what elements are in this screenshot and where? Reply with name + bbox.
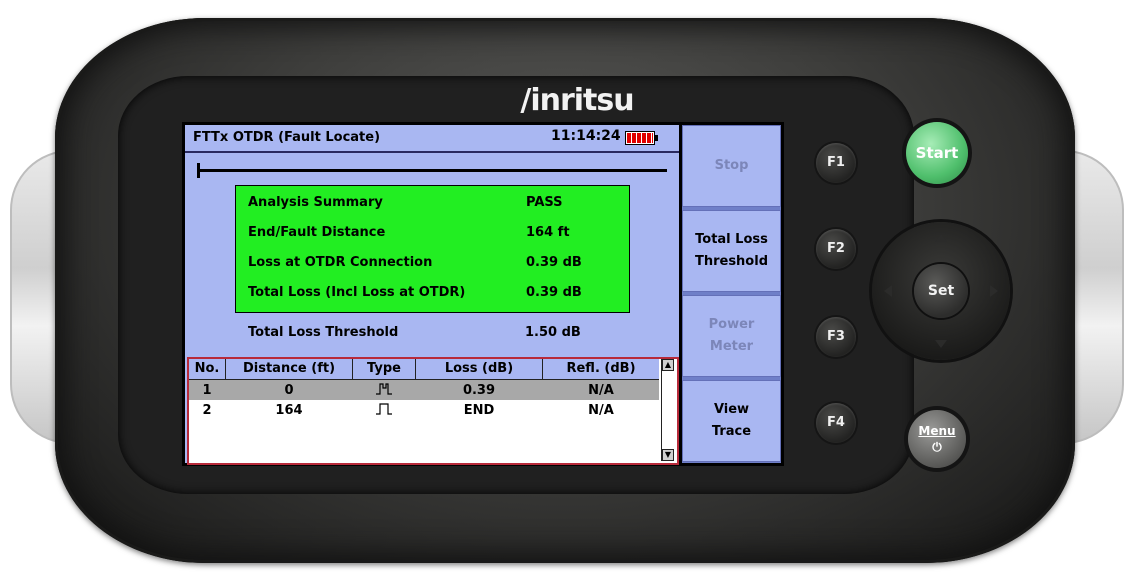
- menu-power-button[interactable]: Menu ⏻: [908, 410, 966, 468]
- total-loss-threshold-label: Total Loss Threshold: [248, 325, 399, 340]
- total-loss-threshold-value: 1.50 dB: [525, 325, 581, 340]
- total-loss-value: 0.39 dB: [526, 285, 582, 300]
- event-refl: N/A: [588, 383, 614, 398]
- power-icon: ⏻: [932, 440, 942, 454]
- softkey-label: View: [713, 402, 750, 417]
- end-fault-distance-value: 164 ft: [526, 225, 570, 240]
- event-refl: N/A: [588, 403, 614, 418]
- reflective-event-icon: [376, 383, 392, 395]
- title-bar: FTTx OTDR (Fault Locate) 11:14:24: [185, 125, 679, 153]
- end-event-icon: [376, 403, 392, 415]
- softkey-label: Meter: [709, 339, 754, 354]
- event-no: 2: [202, 403, 212, 418]
- col-distance: Distance (ft): [242, 361, 336, 376]
- analysis-summary-label: Analysis Summary: [248, 195, 383, 210]
- col-no: No.: [194, 361, 220, 376]
- col-type: Type: [367, 361, 401, 376]
- softkey-label: Stop: [714, 158, 749, 173]
- event-distance: 0: [284, 383, 294, 398]
- softkey-label: Trace: [711, 424, 752, 439]
- softkey-view-trace[interactable]: View Trace: [682, 380, 781, 462]
- softkey-label: Power: [708, 317, 755, 332]
- analysis-summary-value: PASS: [526, 195, 563, 210]
- battery-icon: [625, 131, 658, 145]
- menu-label: Menu: [918, 424, 956, 438]
- battery-level: [627, 133, 653, 143]
- softkey-power-meter[interactable]: Power Meter: [682, 295, 781, 377]
- event-row-1[interactable]: 1 0 0.39 N/A: [189, 380, 659, 400]
- event-loss: 0.39: [462, 383, 496, 398]
- softkey-label: Threshold: [694, 254, 769, 269]
- loss-at-otdr-value: 0.39 dB: [526, 255, 582, 270]
- col-loss: Loss (dB): [444, 361, 514, 376]
- f3-button[interactable]: F3: [816, 317, 856, 357]
- event-table-scrollbar[interactable]: ▲ ▼: [661, 359, 674, 461]
- set-button[interactable]: Set: [914, 264, 968, 318]
- analysis-summary-box: Analysis Summary PASS End/Fault Distance…: [235, 185, 630, 313]
- softkey-stop[interactable]: Stop: [682, 125, 781, 207]
- loss-at-otdr-label: Loss at OTDR Connection: [248, 255, 433, 270]
- f1-button[interactable]: F1: [816, 143, 856, 183]
- event-table-header: No. Distance (ft) Type Loss (dB) Refl. (…: [189, 359, 659, 380]
- scroll-down-arrow-icon[interactable]: ▼: [662, 449, 674, 461]
- f4-button[interactable]: F4: [816, 403, 856, 443]
- clock: 11:14:24: [551, 128, 621, 144]
- screen-title: FTTx OTDR (Fault Locate): [193, 130, 381, 145]
- start-button[interactable]: Start: [906, 122, 968, 184]
- lcd-screen: FTTx OTDR (Fault Locate) 11:14:24 Analys…: [182, 122, 784, 466]
- brand-logo: /inritsu: [520, 83, 634, 118]
- end-fault-distance-label: End/Fault Distance: [248, 225, 386, 240]
- lcd-display: FTTx OTDR (Fault Locate) 11:14:24 Analys…: [185, 125, 679, 465]
- event-loss: END: [463, 403, 495, 418]
- softkey-total-loss-threshold[interactable]: Total Loss Threshold: [682, 210, 781, 292]
- battery-terminal: [655, 135, 658, 141]
- softkey-panel: Stop Total Loss Threshold Power Meter Vi…: [682, 125, 781, 463]
- event-no: 1: [202, 383, 212, 398]
- fiber-trace-line: [197, 169, 667, 172]
- f2-button[interactable]: F2: [816, 229, 856, 269]
- total-loss-label: Total Loss (Incl Loss at OTDR): [248, 285, 466, 300]
- col-refl: Refl. (dB): [566, 361, 636, 376]
- event-table[interactable]: No. Distance (ft) Type Loss (dB) Refl. (…: [187, 357, 679, 465]
- scroll-up-arrow-icon[interactable]: ▲: [662, 359, 674, 371]
- event-distance: 164: [275, 403, 303, 418]
- softkey-label: Total Loss: [695, 232, 768, 247]
- event-row-2[interactable]: 2 164 END N/A: [189, 400, 659, 420]
